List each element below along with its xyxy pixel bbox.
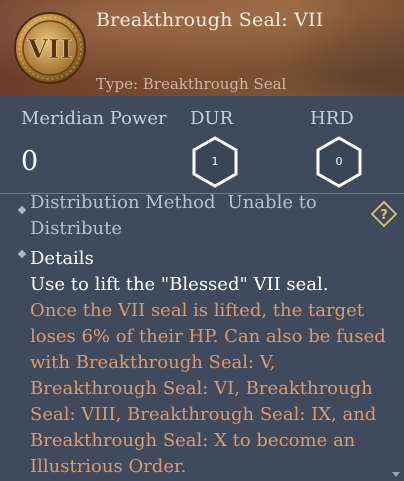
item-header: VII Breakthrough Seal: VII Type: Breakth…: [0, 0, 404, 96]
distribution-row: Distribution Method Unable to Distribute: [30, 190, 360, 242]
coin-emblem-text: VII: [27, 35, 73, 65]
breakthrough-seal-coin-icon: VII: [14, 12, 86, 84]
distribution-label: Distribution Method: [30, 192, 216, 213]
scroll-down-icon[interactable]: [392, 472, 400, 477]
svg-text:?: ?: [380, 208, 388, 223]
hrd-value: 0: [335, 155, 343, 168]
bullet-icon: [17, 205, 27, 215]
item-name: Breakthrough Seal: VII: [96, 9, 324, 31]
help-icon[interactable]: ?: [370, 200, 398, 228]
dur-value: 1: [211, 155, 219, 168]
meridian-power-value: 0: [21, 146, 39, 177]
dur-label: DUR: [190, 108, 234, 129]
details-title: Details: [30, 248, 94, 269]
details-usage-text: Use to lift the "Blessed" VII seal.: [30, 274, 329, 295]
item-type: Type: Breakthrough Seal: [96, 75, 287, 93]
meridian-power-label: Meridian Power: [21, 108, 167, 129]
hrd-hexagon: 0: [314, 135, 364, 189]
hrd-label: HRD: [310, 108, 354, 129]
details-body: Use to lift the "Blessed" VII seal. Once…: [30, 272, 390, 480]
bullet-icon: [17, 249, 27, 259]
details-effect-text: Once the VII seal is lifted, the target …: [30, 300, 386, 477]
dur-hexagon: 1: [190, 135, 240, 189]
